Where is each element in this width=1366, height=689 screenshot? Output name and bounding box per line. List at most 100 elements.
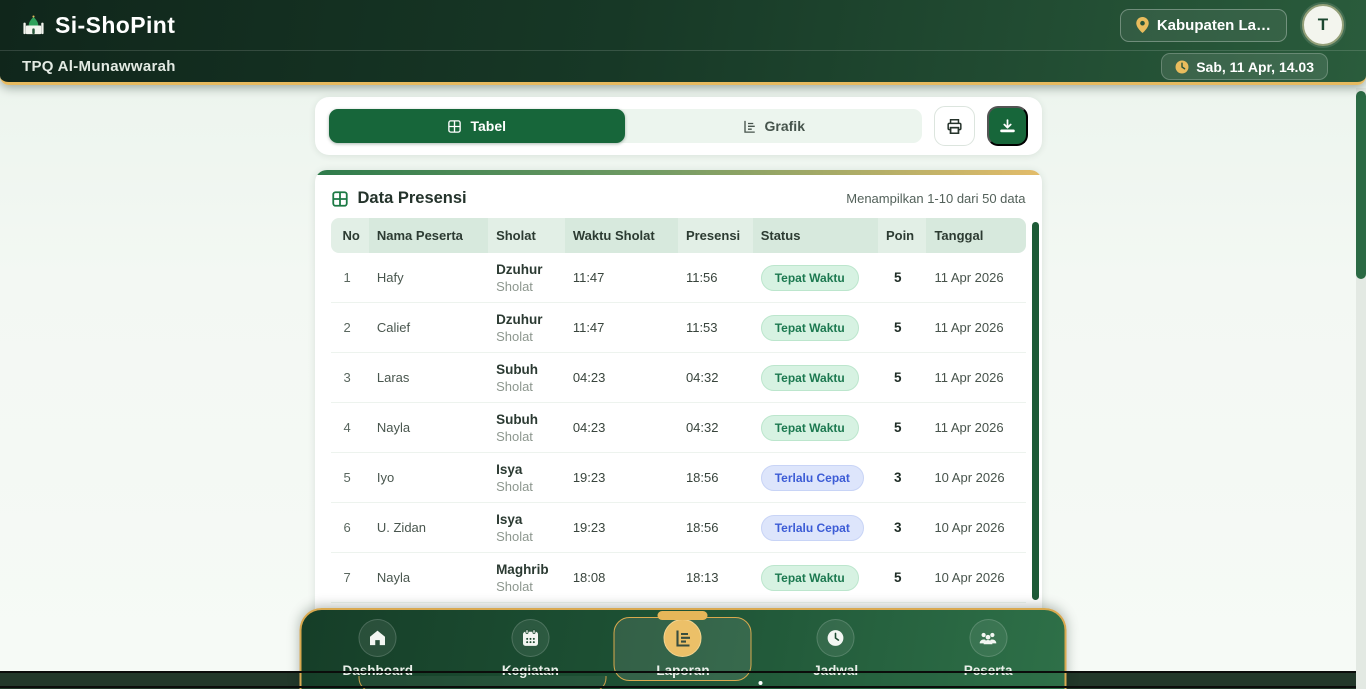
datetime-label: Sab, 11 Apr, 14.03 xyxy=(1196,59,1314,75)
printer-icon xyxy=(945,117,964,136)
table-grid-icon xyxy=(447,119,462,134)
pagination-summary: Menampilkan 1-10 dari 50 data xyxy=(846,191,1025,206)
download-icon xyxy=(998,117,1017,136)
home-icon xyxy=(359,619,397,657)
tab-tabel-label: Tabel xyxy=(470,118,506,134)
table-body: 1HafyDzuhurSholat11:4711:56Tepat Waktu51… xyxy=(331,253,1026,603)
status-badge: Terlalu Cepat xyxy=(761,465,864,491)
card-title-label: Data Presensi xyxy=(358,189,467,208)
cell-waktu-sholat: 19:23 xyxy=(565,453,678,503)
cell-sholat: Isya Sholat xyxy=(488,453,565,503)
cell-poin: 5 xyxy=(878,353,926,403)
cell-sholat: IsyaSholat xyxy=(488,503,565,553)
avatar[interactable]: T xyxy=(1302,4,1344,46)
table-row: 7NaylaMaghribSholat18:0818:13Tepat Waktu… xyxy=(331,553,1026,603)
cell-presensi: 11:53 xyxy=(678,303,753,353)
tab-grafik[interactable]: Grafik xyxy=(625,109,922,143)
cell-no: 4 xyxy=(331,403,369,453)
cell-presensi: 18:56 xyxy=(678,503,753,553)
cell-status: Tepat Waktu xyxy=(753,303,878,353)
sholat-name: Dzuhur xyxy=(496,312,557,327)
cell-presensi: 11:56 xyxy=(678,253,753,303)
avatar-initial: T xyxy=(1318,15,1328,35)
main-content: Tabel Grafik xyxy=(0,85,1356,689)
cell-nama-peserta: Calief xyxy=(369,303,488,353)
cell-nama-peserta: Hafy xyxy=(369,253,488,303)
nav-item-jadwal[interactable]: Jadwal xyxy=(759,619,912,689)
col-presensi: Presensi xyxy=(678,218,753,253)
calendar-icon xyxy=(511,619,549,657)
cell-status: Tepat Waktu xyxy=(753,553,878,603)
status-badge: Tepat Waktu xyxy=(761,365,859,391)
location-pin-icon xyxy=(1136,17,1149,33)
cell-sholat: DzuhurSholat xyxy=(488,253,565,303)
sholat-name: Isya xyxy=(496,512,557,527)
page-scrollbar-track[interactable] xyxy=(1356,88,1366,689)
location-button[interactable]: Kabupaten La… xyxy=(1120,9,1287,42)
window-bottom-line xyxy=(0,686,1366,688)
sholat-sublabel: Sholat xyxy=(496,479,557,494)
col-sholat: Sholat xyxy=(488,218,565,253)
cell-tanggal: 10 Apr 2026 xyxy=(926,553,1025,603)
col-no: No xyxy=(331,218,369,253)
col-waktu: Waktu Sholat xyxy=(565,218,678,253)
cell-poin: 5 xyxy=(878,253,926,303)
cell-poin: 3 xyxy=(878,503,926,553)
cell-sholat: Maghrib Sholat xyxy=(488,553,565,603)
card-title: Data Presensi xyxy=(331,189,467,208)
cell-sholat: SubuhSholat xyxy=(488,353,565,403)
cell-status: Terlalu Cepat xyxy=(753,503,878,553)
cell-waktu-sholat: 11:47 xyxy=(565,253,678,303)
col-nama: Nama Peserta xyxy=(369,218,488,253)
table-row: 5IyoIsyaSholat19:2318:56Terlalu Cepat310… xyxy=(331,453,1026,503)
table-header: No Nama Peserta Sholat Waktu Sholat Pres… xyxy=(331,218,1026,253)
cell-presensi: 04:32 xyxy=(678,403,753,453)
nav-item-peserta[interactable]: Peserta xyxy=(912,619,1065,689)
chart-icon xyxy=(742,119,757,134)
table-grid-icon-green xyxy=(331,190,349,208)
nav-item-kegiatan[interactable]: Kegiatan xyxy=(454,619,607,689)
cell-tanggal: 10 Apr 2026 xyxy=(926,453,1025,503)
app-logo: Si-ShoPint xyxy=(22,12,175,39)
app-header: Si-ShoPint Kabupaten La… T TPQ Al-Munaww… xyxy=(0,0,1366,85)
cell-no: 6 xyxy=(331,503,369,553)
status-badge: Tepat Waktu xyxy=(761,265,859,291)
nav-item-laporan[interactable]: Laporan xyxy=(607,619,760,689)
cell-nama-peserta: Laras xyxy=(369,353,488,403)
status-badge: Terlalu Cepat xyxy=(761,515,864,541)
table-row: 6U. ZidanIsyaSholat19:2318:56Terlalu Cep… xyxy=(331,503,1026,553)
page-scrollbar-thumb[interactable] xyxy=(1356,91,1366,279)
table-row: 2Calief Dzuhur Sholat 11:4711:53Tepat Waktu… xyxy=(331,303,1026,353)
nav-item-dashboard[interactable]: Dashboard xyxy=(302,619,455,689)
sholat-sublabel: Sholat xyxy=(496,429,557,444)
cell-status: Tepat Waktu xyxy=(753,253,878,303)
location-button-label: Kabupaten La… xyxy=(1157,17,1271,34)
download-button[interactable] xyxy=(987,106,1028,146)
table-scrollbar[interactable] xyxy=(1032,222,1039,600)
sholat-sublabel: Sholat xyxy=(496,329,557,344)
bottom-nav: Dashboard Kegiatan Laporan xyxy=(300,608,1067,689)
sholat-sublabel: Sholat xyxy=(496,579,557,594)
cell-waktu-sholat: 18:08 xyxy=(565,553,678,603)
cell-tanggal: 10 Apr 2026 xyxy=(926,503,1025,553)
tab-tabel[interactable]: Tabel xyxy=(329,109,626,143)
cell-no: 3 xyxy=(331,353,369,403)
cell-waktu-sholat: 11:47 xyxy=(565,303,678,353)
cell-presensi: 04:32 xyxy=(678,353,753,403)
cell-nama-peserta: Nayla xyxy=(369,553,488,603)
cell-no: 2 xyxy=(331,303,369,353)
cell-nama-peserta: U. Zidan xyxy=(369,503,488,553)
print-button[interactable] xyxy=(934,106,975,146)
col-status: Status xyxy=(753,218,878,253)
cell-waktu-sholat: 04:23 xyxy=(565,403,678,453)
cell-poin: 3 xyxy=(878,453,926,503)
cell-status: Tepat Waktu xyxy=(753,353,878,403)
cell-nama-peserta: Iyo xyxy=(369,453,488,503)
cell-tanggal: 11 Apr 2026 xyxy=(926,303,1025,353)
cell-presensi: 18:13 xyxy=(678,553,753,603)
cell-poin: 5 xyxy=(878,303,926,353)
mosque-icon xyxy=(22,14,45,37)
active-nav-notch xyxy=(658,611,708,620)
sholat-name: Maghrib xyxy=(496,562,557,577)
sholat-name: Isya xyxy=(496,462,557,477)
